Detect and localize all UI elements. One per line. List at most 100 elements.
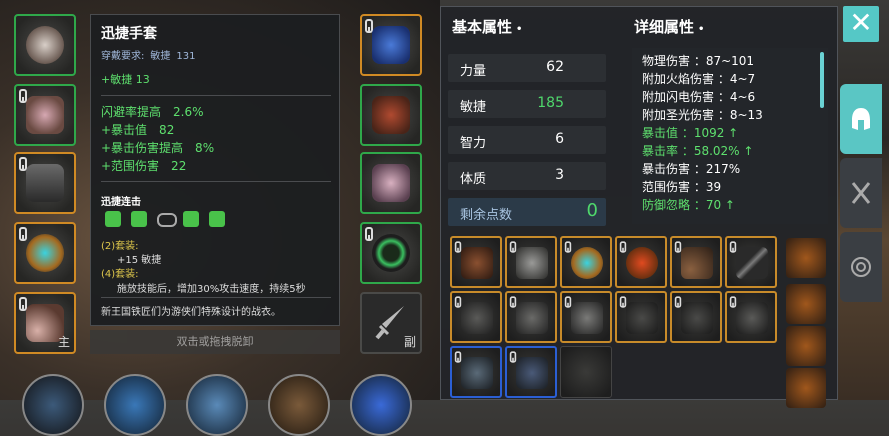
item-icon bbox=[571, 302, 603, 334]
side-bag-item[interactable] bbox=[786, 368, 826, 408]
crossed-swords-icon bbox=[851, 182, 871, 204]
equip-slot-ring[interactable] bbox=[360, 222, 422, 284]
equip-slot-shoulder[interactable] bbox=[360, 14, 422, 76]
amulet-item-icon bbox=[26, 234, 64, 272]
inventory-slot[interactable] bbox=[560, 236, 612, 288]
dropdown-icon: • bbox=[516, 24, 523, 35]
tab-settings[interactable] bbox=[840, 232, 882, 302]
armor-item-icon bbox=[26, 96, 64, 134]
lock-chain-icon bbox=[365, 227, 373, 241]
helmet-item-icon bbox=[26, 26, 64, 64]
item-icon bbox=[736, 302, 768, 334]
detail-line: 暴击伤害 ：217% bbox=[642, 162, 741, 176]
item-icon bbox=[461, 247, 493, 279]
equip-slot-helmet[interactable] bbox=[14, 14, 76, 76]
detail-scrollbar[interactable] bbox=[820, 52, 824, 108]
bonus-line: +范围伤害 22 bbox=[101, 159, 187, 173]
set-boots-icon bbox=[209, 211, 225, 227]
main-weapon-tag: 主 bbox=[57, 335, 70, 349]
inventory-slot[interactable] bbox=[505, 346, 557, 398]
stat-agility: 敏捷 185 bbox=[448, 90, 606, 118]
unequip-hint: 双击或拖拽脱卸 bbox=[176, 335, 254, 348]
item-icon bbox=[461, 302, 493, 334]
divider bbox=[101, 181, 331, 182]
detail-line: 物理伤害 ：87~101 bbox=[642, 54, 755, 68]
inventory-slot[interactable] bbox=[450, 346, 502, 398]
inventory-slot[interactable] bbox=[615, 291, 667, 343]
set-gloves-icon bbox=[183, 211, 199, 227]
set-bonus-2-label: (2)套装: bbox=[101, 241, 139, 252]
divider bbox=[101, 297, 331, 298]
equip-slot-boots[interactable] bbox=[360, 152, 422, 214]
item-tooltip: 迅捷手套 穿戴要求: 敏捷 131 +敏捷 13 闪避率提高 2.6% +暴击值 8… bbox=[90, 14, 340, 326]
equip-slot-belt[interactable] bbox=[14, 152, 76, 214]
inventory-slot[interactable] bbox=[725, 236, 777, 288]
stat-remaining-points: 剩余点数 0 bbox=[448, 198, 606, 226]
skill-button[interactable] bbox=[268, 374, 330, 436]
side-bag-item[interactable] bbox=[786, 238, 826, 278]
inventory-slot[interactable] bbox=[560, 291, 612, 343]
detail-stats-list[interactable]: 物理伤害 ：87~101 附加火焰伤害 ：4~7 附加闪电伤害 ：4~6 附加圣… bbox=[632, 48, 828, 224]
item-icon bbox=[461, 357, 493, 389]
equip-slot-main-weapon[interactable]: 主 bbox=[14, 292, 76, 354]
stat-intelligence: 智力 6 bbox=[448, 126, 606, 154]
inventory-slot[interactable] bbox=[450, 291, 502, 343]
set-helmet-icon bbox=[105, 211, 121, 227]
lock-chain-icon bbox=[19, 227, 27, 241]
target-icon bbox=[851, 257, 871, 277]
bonus-line: 闪避率提高 2.6% bbox=[101, 105, 204, 119]
detail-line: 防御忽略 ：70 ↑ bbox=[642, 198, 735, 212]
skill-button[interactable] bbox=[350, 374, 412, 436]
stat-constitution: 体质 3 bbox=[448, 162, 606, 190]
lock-chain-icon bbox=[619, 241, 627, 253]
unequip-hint-bar: 双击或拖拽脱卸 bbox=[90, 330, 340, 354]
tab-equipment[interactable] bbox=[840, 84, 882, 154]
inventory-slot-empty[interactable] bbox=[560, 346, 612, 398]
item-icon bbox=[681, 302, 713, 334]
side-bag-item[interactable] bbox=[786, 284, 826, 324]
inventory-slot[interactable] bbox=[725, 291, 777, 343]
equip-slot-armor[interactable] bbox=[14, 84, 76, 146]
skill-button[interactable] bbox=[22, 374, 84, 436]
set-belt-icon bbox=[157, 213, 177, 227]
off-weapon-tag: 副 bbox=[403, 335, 416, 349]
item-icon bbox=[571, 247, 603, 279]
skill-button[interactable] bbox=[104, 374, 166, 436]
item-requirement: 穿戴要求: 敏捷 131 bbox=[101, 51, 196, 62]
dropdown-icon: • bbox=[698, 24, 705, 35]
item-icon bbox=[626, 302, 658, 334]
set-name: 迅捷连击 bbox=[101, 197, 141, 208]
lock-chain-icon bbox=[564, 241, 572, 253]
side-bag-item[interactable] bbox=[786, 326, 826, 366]
divider bbox=[101, 95, 331, 96]
item-icon bbox=[516, 247, 548, 279]
inventory-slot[interactable] bbox=[505, 236, 557, 288]
inventory-slot[interactable] bbox=[450, 236, 502, 288]
bonus-line: +暴击伤害提高 8% bbox=[101, 141, 215, 155]
inventory-slot[interactable] bbox=[615, 236, 667, 288]
set-bonus-4-effect: 施放技能后，增加30%攻击速度，持续5秒 bbox=[117, 284, 306, 295]
detail-attributes-title[interactable]: 详细属性 • bbox=[634, 16, 704, 37]
equip-slot-off-weapon[interactable]: 副 bbox=[360, 292, 422, 354]
primary-stat: +敏捷 13 bbox=[101, 73, 150, 86]
detail-line: 暴击率 ：58.02% ↑ bbox=[642, 144, 754, 158]
helmet-icon bbox=[852, 108, 870, 130]
detail-line: 范围伤害 ：39 bbox=[642, 180, 722, 194]
item-icon bbox=[516, 302, 548, 334]
close-icon: ✕ bbox=[849, 6, 873, 39]
detail-line: 暴击值 ：1092 ↑ bbox=[642, 126, 739, 140]
close-button[interactable]: ✕ bbox=[843, 6, 879, 42]
equip-slot-amulet[interactable] bbox=[14, 222, 76, 284]
inventory-slot[interactable] bbox=[505, 291, 557, 343]
skill-button[interactable] bbox=[186, 374, 248, 436]
item-name: 迅捷手套 bbox=[101, 26, 157, 42]
boots-item-icon bbox=[372, 164, 410, 202]
base-attributes-title[interactable]: 基本属性 • bbox=[452, 16, 522, 37]
equip-slot-gloves[interactable] bbox=[360, 84, 422, 146]
detail-line: 附加圣光伤害 ：8~13 bbox=[642, 108, 763, 122]
tab-skills[interactable] bbox=[840, 158, 882, 228]
inventory-slot[interactable] bbox=[670, 236, 722, 288]
item-description: 新王国铁匠们为游侠们特殊设计的战衣。 bbox=[101, 307, 281, 318]
item-icon bbox=[681, 247, 713, 279]
inventory-slot[interactable] bbox=[670, 291, 722, 343]
